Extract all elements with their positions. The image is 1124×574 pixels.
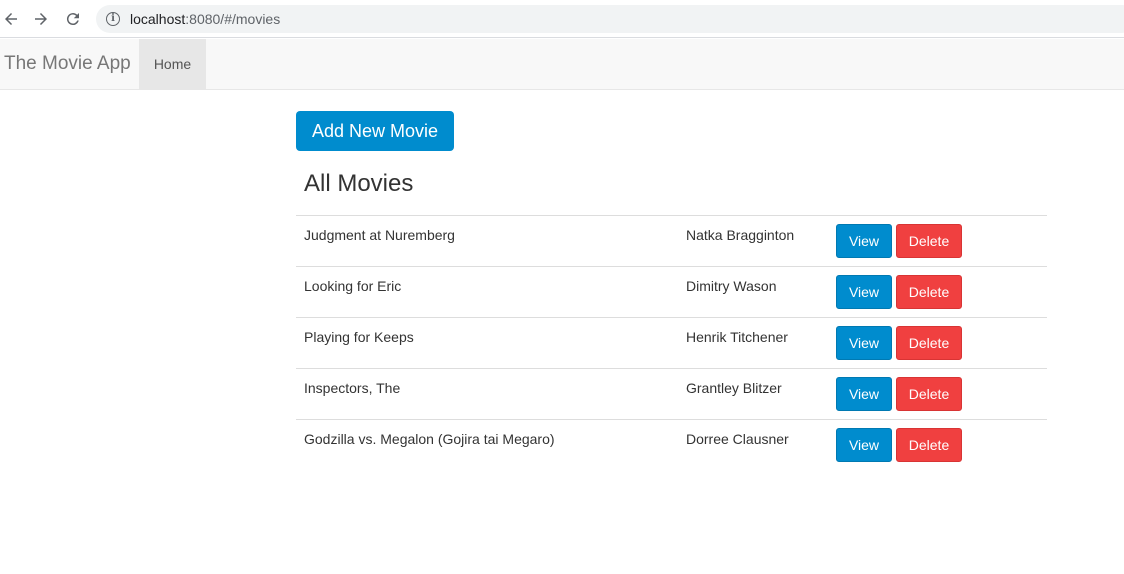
movie-title: Looking for Eric — [296, 266, 686, 318]
movie-director: Dimitry Wason — [686, 266, 836, 318]
movie-title: Godzilla vs. Megalon (Gojira tai Megaro) — [296, 419, 686, 471]
view-button[interactable]: View — [836, 224, 892, 258]
site-info-icon[interactable]: i — [106, 12, 120, 26]
view-button[interactable]: View — [836, 377, 892, 411]
movie-title: Inspectors, The — [296, 368, 686, 420]
url-path: :8080/#/movies — [185, 11, 281, 27]
row-actions: View Delete — [836, 215, 1047, 267]
row-actions: View Delete — [836, 419, 1047, 471]
delete-button[interactable]: Delete — [896, 326, 962, 360]
view-button[interactable]: View — [836, 275, 892, 309]
movies-table: Judgment at Nuremberg Natka Bragginton Vie… — [296, 215, 1047, 471]
movie-title: Judgment at Nuremberg — [296, 215, 686, 267]
row-actions: View Delete — [836, 368, 1047, 420]
url-host: localhost — [130, 11, 186, 27]
reload-icon[interactable] — [62, 8, 84, 30]
address-bar[interactable]: i localhost:8080/#/movies — [96, 5, 1124, 33]
back-arrow-icon[interactable] — [0, 8, 22, 30]
row-actions: View Delete — [836, 317, 1047, 369]
movie-director: Dorree Clausner — [686, 419, 836, 471]
url-text: localhost:8080/#/movies — [130, 11, 280, 27]
movie-director: Natka Bragginton — [686, 215, 836, 267]
browser-toolbar: i localhost:8080/#/movies — [0, 0, 1124, 38]
movie-title: Playing for Keeps — [296, 317, 686, 369]
table-row: Playing for Keeps Henrik Titchener View Del… — [296, 317, 1047, 369]
delete-button[interactable]: Delete — [896, 275, 962, 309]
row-actions: View Delete — [836, 266, 1047, 318]
delete-button[interactable]: Delete — [896, 224, 962, 258]
nav-item-home[interactable]: Home — [139, 39, 206, 89]
view-button[interactable]: View — [836, 326, 892, 360]
movie-director: Grantley Blitzer — [686, 368, 836, 420]
delete-button[interactable]: Delete — [896, 428, 962, 462]
movie-director: Henrik Titchener — [686, 317, 836, 369]
forward-arrow-icon[interactable] — [30, 8, 52, 30]
table-row: Inspectors, The Grantley Blitzer View Delet… — [296, 368, 1047, 420]
brand-link[interactable]: The Movie App — [4, 53, 131, 75]
delete-button[interactable]: Delete — [896, 377, 962, 411]
table-row: Looking for Eric Dimitry Wason View Delete — [296, 266, 1047, 318]
app-navbar: The Movie App Home — [0, 39, 1124, 90]
add-new-movie-button[interactable]: Add New Movie — [296, 111, 454, 151]
table-row: Godzilla vs. Megalon (Gojira tai Megaro)… — [296, 419, 1047, 471]
table-row: Judgment at Nuremberg Natka Bragginton Vie… — [296, 215, 1047, 267]
view-button[interactable]: View — [836, 428, 892, 462]
page-title: All Movies — [304, 170, 414, 197]
